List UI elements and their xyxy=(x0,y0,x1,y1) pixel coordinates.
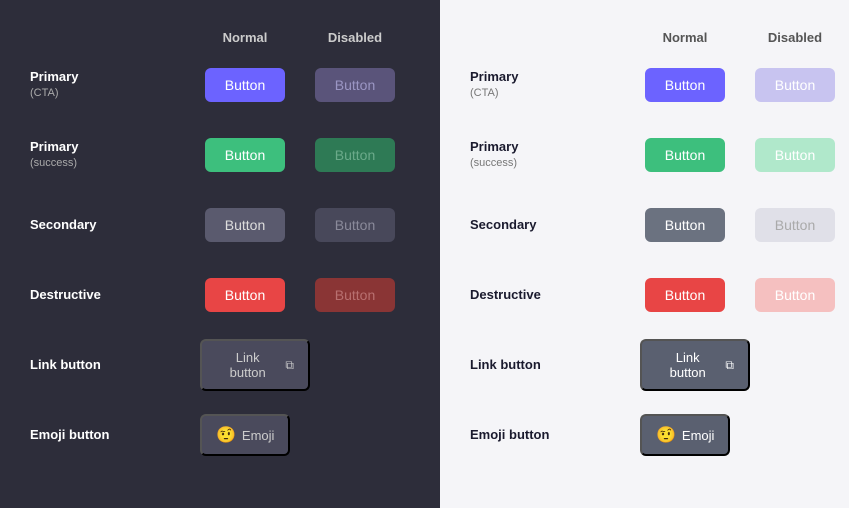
light-cell-link-normal: Link button ⧉ xyxy=(630,339,740,391)
dark-cell-primary-cta-disabled: Button xyxy=(300,68,410,102)
light-row-link: Link button Link button ⧉ xyxy=(470,335,849,395)
dark-row-destructive: Destructive Button Button xyxy=(30,265,410,325)
dark-btn-emoji-normal[interactable]: 🤨 Emoji xyxy=(200,414,290,456)
light-panel: Normal Disabled Primary (CTA) Button But… xyxy=(440,0,849,508)
dark-btn-primary-cta-normal[interactable]: Button xyxy=(205,68,285,102)
light-cell-secondary-disabled: Button xyxy=(740,208,849,242)
dark-cell-primary-cta-normal: Button xyxy=(190,68,300,102)
light-cell-secondary-normal: Button xyxy=(630,208,740,242)
external-link-icon-dark: ⧉ xyxy=(285,358,294,373)
light-btn-secondary-normal[interactable]: Button xyxy=(645,208,725,242)
dark-label-secondary: Secondary xyxy=(30,217,190,234)
light-row-secondary: Secondary Button Button xyxy=(470,195,849,255)
dark-btn-primary-cta-disabled[interactable]: Button xyxy=(315,68,395,102)
dark-row-emoji: Emoji button 🤨 Emoji xyxy=(30,405,410,465)
light-btn-primary-success-disabled[interactable]: Button xyxy=(755,138,835,172)
light-row-primary-success: Primary (success) Button Button xyxy=(470,125,849,185)
light-btn-secondary-disabled[interactable]: Button xyxy=(755,208,835,242)
light-col-disabled: Disabled xyxy=(740,30,849,45)
dark-table-header: Normal Disabled xyxy=(30,30,410,45)
dark-cell-secondary-disabled: Button xyxy=(300,208,410,242)
light-btn-link-normal[interactable]: Link button ⧉ xyxy=(640,339,750,391)
external-link-icon-light: ⧉ xyxy=(725,358,734,373)
light-btn-primary-cta-normal[interactable]: Button xyxy=(645,68,725,102)
light-row-destructive: Destructive Button Button xyxy=(470,265,849,325)
dark-cell-secondary-normal: Button xyxy=(190,208,300,242)
light-btn-destructive-disabled[interactable]: Button xyxy=(755,278,835,312)
dark-label-primary-cta: Primary (CTA) xyxy=(30,69,190,100)
light-cell-destructive-disabled: Button xyxy=(740,278,849,312)
dark-cell-primary-success-disabled: Button xyxy=(300,138,410,172)
light-label-emoji: Emoji button xyxy=(470,427,630,444)
dark-btn-link-normal[interactable]: Link button ⧉ xyxy=(200,339,310,391)
dark-row-primary-success: Primary (success) Button Button xyxy=(30,125,410,185)
dark-btn-secondary-disabled[interactable]: Button xyxy=(315,208,395,242)
light-cell-primary-success-normal: Button xyxy=(630,138,740,172)
dark-btn-primary-success-disabled[interactable]: Button xyxy=(315,138,395,172)
dark-cell-destructive-normal: Button xyxy=(190,278,300,312)
dark-row-link: Link button Link button ⧉ xyxy=(30,335,410,395)
dark-row-secondary: Secondary Button Button xyxy=(30,195,410,255)
light-cell-primary-success-disabled: Button xyxy=(740,138,849,172)
dark-btn-destructive-normal[interactable]: Button xyxy=(205,278,285,312)
dark-cell-destructive-disabled: Button xyxy=(300,278,410,312)
emoji-icon-dark: 🤨 xyxy=(216,425,236,445)
dark-cell-primary-success-normal: Button xyxy=(190,138,300,172)
light-btn-destructive-normal[interactable]: Button xyxy=(645,278,725,312)
light-btn-primary-success-normal[interactable]: Button xyxy=(645,138,725,172)
light-col-empty xyxy=(470,30,630,45)
dark-label-primary-success: Primary (success) xyxy=(30,139,190,170)
dark-col-normal: Normal xyxy=(190,30,300,45)
dark-col-disabled: Disabled xyxy=(300,30,410,45)
dark-cell-emoji-normal: 🤨 Emoji xyxy=(190,414,300,456)
light-cell-destructive-normal: Button xyxy=(630,278,740,312)
light-table-header: Normal Disabled xyxy=(470,30,849,45)
dark-label-destructive: Destructive xyxy=(30,287,190,304)
dark-label-emoji: Emoji button xyxy=(30,427,190,444)
dark-btn-secondary-normal[interactable]: Button xyxy=(205,208,285,242)
dark-label-link: Link button xyxy=(30,357,190,374)
light-cell-primary-cta-disabled: Button xyxy=(740,68,849,102)
dark-row-primary-cta: Primary (CTA) Button Button xyxy=(30,55,410,115)
dark-cell-link-normal: Link button ⧉ xyxy=(190,339,300,391)
light-label-link: Link button xyxy=(470,357,630,374)
emoji-icon-light: 🤨 xyxy=(656,425,676,445)
light-label-destructive: Destructive xyxy=(470,287,630,304)
light-label-primary-cta: Primary (CTA) xyxy=(470,69,630,100)
light-btn-emoji-normal[interactable]: 🤨 Emoji xyxy=(640,414,730,456)
dark-col-empty xyxy=(30,30,190,45)
light-cell-primary-cta-normal: Button xyxy=(630,68,740,102)
light-btn-primary-cta-disabled[interactable]: Button xyxy=(755,68,835,102)
light-label-primary-success: Primary (success) xyxy=(470,139,630,170)
light-row-primary-cta: Primary (CTA) Button Button xyxy=(470,55,849,115)
dark-btn-destructive-disabled[interactable]: Button xyxy=(315,278,395,312)
light-label-secondary: Secondary xyxy=(470,217,630,234)
dark-panel: Normal Disabled Primary (CTA) Button But… xyxy=(0,0,440,508)
light-row-emoji: Emoji button 🤨 Emoji xyxy=(470,405,849,465)
dark-btn-primary-success-normal[interactable]: Button xyxy=(205,138,285,172)
light-cell-emoji-normal: 🤨 Emoji xyxy=(630,414,740,456)
light-col-normal: Normal xyxy=(630,30,740,45)
